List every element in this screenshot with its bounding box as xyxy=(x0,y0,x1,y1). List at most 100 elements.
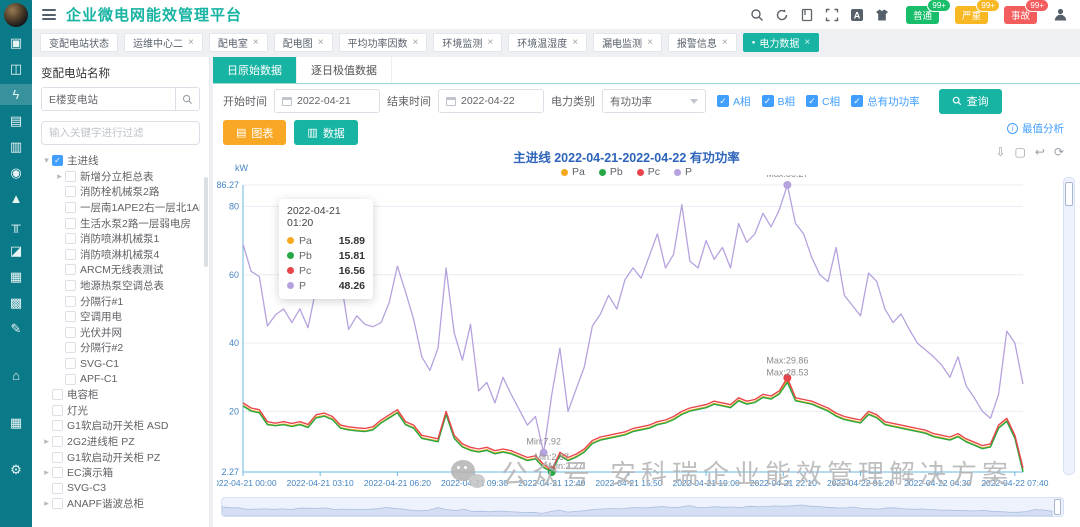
close-tab-icon[interactable]: × xyxy=(572,37,578,48)
form-icon[interactable]: ▦ xyxy=(0,266,32,287)
tools-icon[interactable]: ⚙ xyxy=(0,459,32,480)
tree-checkbox[interactable] xyxy=(65,186,76,197)
workspace-tab[interactable]: ●电力数据× xyxy=(743,33,819,52)
workspace-tab[interactable]: 配电室× xyxy=(209,33,268,52)
camera-icon[interactable]: ◉ xyxy=(0,162,32,183)
tree-item[interactable]: ▾✓主进线 xyxy=(41,153,200,169)
tree-checkbox[interactable] xyxy=(65,264,76,275)
device-icon[interactable]: ◪ xyxy=(0,240,32,261)
query-button[interactable]: 查询 xyxy=(939,89,1002,114)
tree-checkbox[interactable] xyxy=(65,233,76,244)
datazoom-handle[interactable] xyxy=(1065,182,1073,206)
keyboard-icon[interactable]: ▩ xyxy=(0,292,32,313)
station-search-icon[interactable] xyxy=(175,88,199,110)
tree-filter-input[interactable] xyxy=(41,121,200,145)
tree-checkbox[interactable] xyxy=(52,498,63,509)
tree-item[interactable]: G1软启动开关柜 PZ xyxy=(41,449,200,465)
workspace-tab[interactable]: 报警信息× xyxy=(668,33,737,52)
menu-toggle-icon[interactable] xyxy=(42,9,56,20)
workspace-tab[interactable]: 运维中心二× xyxy=(124,33,203,52)
translate-icon[interactable]: A xyxy=(850,7,865,22)
tree-checkbox[interactable] xyxy=(65,249,76,260)
tree-checkbox[interactable] xyxy=(65,171,76,182)
tree-item[interactable]: 一层南1APE2右一层北1APE1左 xyxy=(41,200,200,216)
alarm-badge[interactable]: 严重99+ xyxy=(955,6,988,24)
grid-icon[interactable]: ▦ xyxy=(0,412,32,433)
tree-item[interactable]: 消防喷淋机械泵1 xyxy=(41,231,200,247)
tree-item[interactable]: ▸ANAPF谐波总柜 xyxy=(41,496,200,512)
pole-icon[interactable]: ╥ xyxy=(0,214,32,235)
tab-daily-extreme-data[interactable]: 逐日极值数据 xyxy=(297,57,392,83)
power-category-select[interactable]: 有功功率 xyxy=(602,89,706,113)
tree-checkbox[interactable] xyxy=(52,420,63,431)
tree-checkbox[interactable]: ✓ xyxy=(52,155,63,166)
workspace-tab[interactable]: 变配电站状态 xyxy=(40,33,118,52)
workspace-tab[interactable]: 环境温湿度× xyxy=(508,33,587,52)
tree-item[interactable]: ARCM无线表测试 xyxy=(41,262,200,278)
tree-item[interactable]: SVG-C1 xyxy=(41,356,200,372)
screen-icon[interactable]: ◫ xyxy=(0,58,32,79)
datazoom-horizontal-slider[interactable] xyxy=(221,497,1064,517)
close-tab-icon[interactable]: × xyxy=(188,37,194,48)
workspace-tab[interactable]: 配电图× xyxy=(274,33,333,52)
archive-icon[interactable]: ▤ xyxy=(0,110,32,131)
phase-checkbox-C相[interactable]: ✓C相 xyxy=(806,94,840,109)
tree-item[interactable]: 地源热泵空调总表 xyxy=(41,278,200,294)
tree-checkbox[interactable] xyxy=(65,280,76,291)
logo-avatar[interactable] xyxy=(4,3,28,27)
tree-checkbox[interactable] xyxy=(52,405,63,416)
tree-item[interactable]: ▸EC演示箱 xyxy=(41,465,200,481)
tree-item[interactable]: 消防栓机械泵2路 xyxy=(41,184,200,200)
tree-checkbox[interactable] xyxy=(65,342,76,353)
tower-icon[interactable]: ▲ xyxy=(0,188,32,209)
tree-item[interactable]: 分隔行#2 xyxy=(41,340,200,356)
end-date-input[interactable]: 2022-04-22 xyxy=(438,89,544,113)
tree-checkbox[interactable] xyxy=(65,311,76,322)
phase-checkbox-A相[interactable]: ✓A相 xyxy=(717,94,751,109)
bookmark-icon[interactable] xyxy=(800,7,815,22)
tree-caret-icon[interactable]: ▸ xyxy=(54,171,65,182)
tree-item[interactable]: SVG-C3 xyxy=(41,480,200,496)
tree-caret-icon[interactable]: ▸ xyxy=(41,498,52,509)
tab-daily-raw-data[interactable]: 日原始数据 xyxy=(213,57,297,83)
tree-checkbox[interactable] xyxy=(52,436,63,447)
tree-checkbox[interactable] xyxy=(52,389,63,400)
data-view-button[interactable]: ▥ 数据 xyxy=(294,120,357,145)
fullscreen-icon[interactable] xyxy=(825,7,840,22)
datazoom-vertical-slider[interactable] xyxy=(1063,177,1075,475)
search-icon[interactable] xyxy=(750,7,765,22)
close-tab-icon[interactable]: × xyxy=(487,37,493,48)
tree-item[interactable]: 生活水泵2路一层弱电房 xyxy=(41,215,200,231)
refresh-icon[interactable]: ⟳ xyxy=(1054,145,1064,159)
chart-view-button[interactable]: ▤ 图表 xyxy=(223,120,286,145)
tree-item[interactable]: 空调用电 xyxy=(41,309,200,325)
datazoom-handle[interactable] xyxy=(1054,499,1061,515)
close-tab-icon[interactable]: × xyxy=(253,37,259,48)
user-icon[interactable] xyxy=(1053,7,1068,22)
close-tab-icon[interactable]: × xyxy=(647,37,653,48)
theme-icon[interactable] xyxy=(875,7,890,22)
tree-checkbox[interactable] xyxy=(65,374,76,385)
tree-scrollbar[interactable] xyxy=(204,177,208,267)
tree-item[interactable]: 电容柜 xyxy=(41,387,200,403)
energy-icon[interactable]: ϟ xyxy=(0,84,32,105)
tree-checkbox[interactable] xyxy=(65,202,76,213)
tree-item[interactable]: APF-C1 xyxy=(41,371,200,387)
workspace-tab[interactable]: 漏电监测× xyxy=(593,33,662,52)
edit-icon[interactable]: ✎ xyxy=(0,318,32,339)
monitor-icon[interactable]: ▣ xyxy=(0,32,32,53)
tree-caret-icon[interactable]: ▸ xyxy=(41,436,52,447)
tree-caret-icon[interactable]: ▸ xyxy=(41,467,52,478)
tree-checkbox[interactable] xyxy=(65,327,76,338)
bar-chart-icon[interactable]: ▥ xyxy=(0,136,32,157)
tree-checkbox[interactable] xyxy=(52,467,63,478)
start-date-input[interactable]: 2022-04-21 xyxy=(274,89,380,113)
tree-checkbox[interactable] xyxy=(65,358,76,369)
tree-item[interactable]: 消防喷淋机械泵4 xyxy=(41,247,200,263)
tree-item[interactable]: ▸新增分立柜总表 xyxy=(41,169,200,185)
tree-checkbox[interactable] xyxy=(65,218,76,229)
tree-item[interactable]: 灯光 xyxy=(41,403,200,419)
alarm-badge[interactable]: 事故99+ xyxy=(1004,6,1037,24)
close-tab-icon[interactable]: × xyxy=(722,37,728,48)
tree-item[interactable]: 分隔行#1 xyxy=(41,293,200,309)
